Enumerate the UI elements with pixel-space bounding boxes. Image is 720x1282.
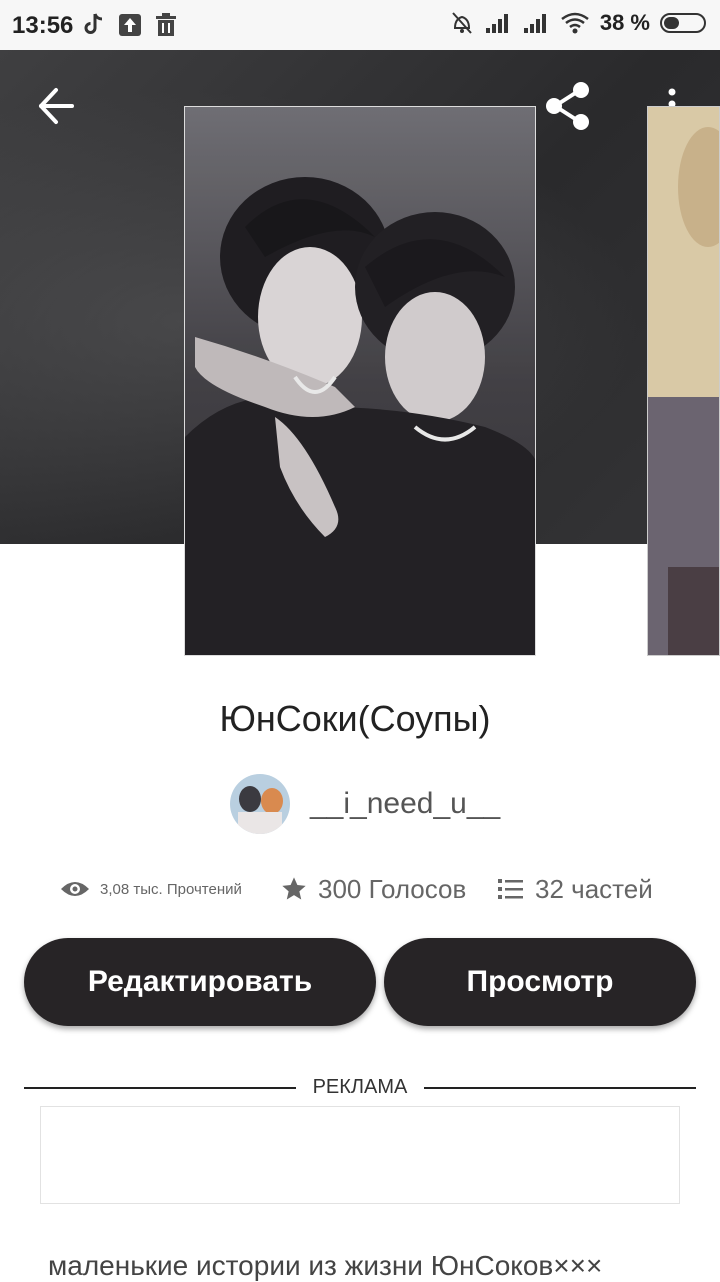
divider: [24, 1087, 296, 1089]
author-name: __i_need_u__: [310, 787, 501, 820]
next-cover-preview[interactable]: [647, 106, 720, 656]
view-button[interactable]: Просмотр: [384, 938, 696, 1026]
star-icon: [282, 877, 306, 900]
notification-icons: [82, 12, 178, 38]
status-bar: 13:56 38 %: [0, 0, 720, 50]
bell-off-icon: [452, 12, 472, 34]
author-link[interactable]: __i_need_u__: [230, 773, 500, 835]
story-description: маленькие истории из жизни ЮнСоков×××: [48, 1250, 603, 1281]
reads-stat: 3,08 тыс. Прочтений: [60, 879, 274, 899]
ad-label: РЕКЛАМА: [312, 1076, 408, 1098]
divider: [424, 1087, 696, 1089]
arrow-left-icon: [39, 88, 74, 124]
parts-stat: 32 частей: [497, 874, 653, 905]
votes-count: 300 Голосов: [318, 873, 467, 904]
avatar: [230, 774, 290, 834]
avatar-image: [230, 774, 290, 834]
tiktok-icon: [84, 13, 103, 34]
battery-icon: [660, 13, 706, 33]
system-icons: 38 %: [450, 10, 708, 36]
status-time: 13:56: [12, 12, 74, 39]
signal-icon: [485, 14, 508, 33]
battery-percent: 38 %: [599, 10, 650, 35]
story-stats: 3,08 тыс. Прочтений 300 Голосов 32 часте…: [60, 866, 680, 912]
cover-image: [185, 107, 535, 655]
back-button[interactable]: [36, 86, 76, 126]
cover-image: [648, 107, 719, 655]
upload-icon: [119, 14, 141, 36]
ad-banner[interactable]: [40, 1106, 680, 1204]
story-title: ЮнСоки(Соупы): [219, 698, 491, 739]
list-icon: [498, 879, 523, 899]
eye-icon: [61, 882, 89, 896]
reads-count: 3,08 тыс. Прочтений: [100, 880, 242, 898]
share-icon: [546, 82, 589, 130]
votes-stat: 300 Голосов: [280, 874, 497, 905]
trash-icon: [156, 13, 176, 36]
edit-button[interactable]: Редактировать: [24, 938, 376, 1026]
story-cover[interactable]: [184, 106, 536, 656]
wifi-icon: [561, 12, 589, 34]
parts-count: 32 частей: [535, 873, 653, 904]
signal-icon: [523, 14, 546, 33]
share-button[interactable]: [542, 80, 594, 132]
